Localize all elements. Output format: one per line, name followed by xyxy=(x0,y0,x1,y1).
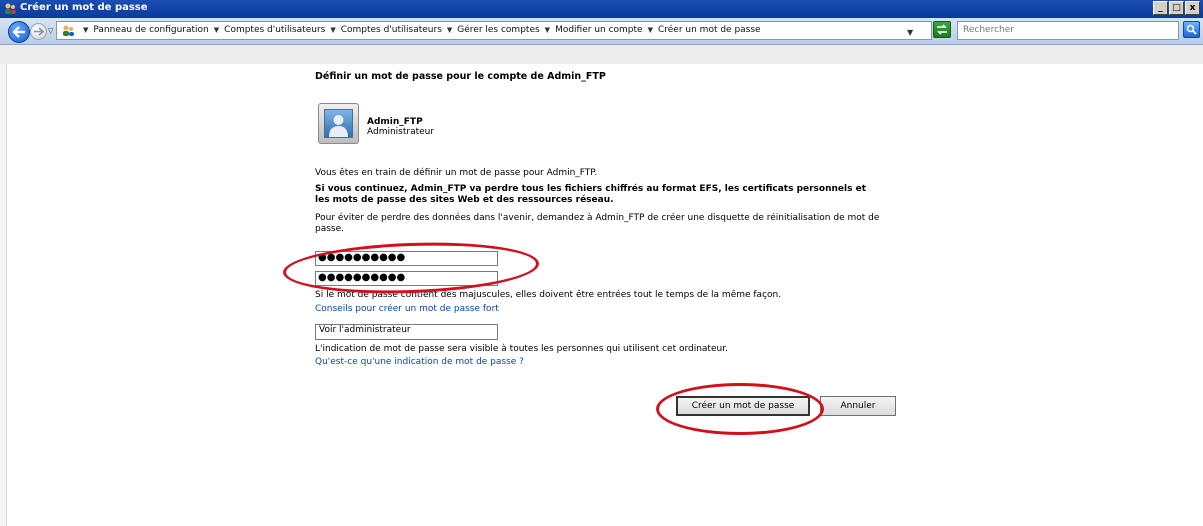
chevron-down-icon[interactable]: ▼ xyxy=(543,25,552,35)
hint-help-link[interactable]: Qu'est-ce qu'une indication de mot de pa… xyxy=(315,357,524,367)
breadcrumb-item[interactable]: Gérer les comptes xyxy=(454,25,542,35)
address-box[interactable]: ▼ Panneau de configuration ▼ Comptes d'u… xyxy=(56,21,932,40)
back-button[interactable] xyxy=(8,21,30,43)
navigation-area: ▽ ▼ Panneau de configuration ▼ Comptes d… xyxy=(0,18,1203,64)
user-icon xyxy=(329,115,348,137)
breadcrumb-item[interactable]: Panneau de configuration xyxy=(90,25,211,35)
confirm-password-field[interactable]: ●●●●●●●●●● xyxy=(315,271,498,286)
intro-text: Vous êtes en train de définir un mot de … xyxy=(315,168,598,178)
breadcrumb-item[interactable]: Comptes d'utilisateurs xyxy=(338,25,445,35)
address-dropdown-icon[interactable]: ▼ xyxy=(907,28,913,37)
back-arrow-icon xyxy=(12,26,25,38)
advice-text: Pour éviter de perdre des données dans l… xyxy=(315,213,880,234)
chevron-down-icon[interactable]: ▼ xyxy=(445,25,454,35)
address-row: ▽ ▼ Panneau de configuration ▼ Comptes d… xyxy=(0,18,1203,45)
warning-text: Si vous continuez, Admin_FTP va perdre t… xyxy=(315,184,866,205)
left-edge xyxy=(0,64,7,526)
window-controls: _ □ x xyxy=(1153,1,1200,15)
search-input[interactable] xyxy=(961,24,1155,36)
create-password-button[interactable]: Créer un mot de passe xyxy=(676,396,810,416)
search-box[interactable] xyxy=(957,21,1179,40)
breadcrumb-item[interactable]: Comptes d'utilisateurs xyxy=(221,25,328,35)
chevron-down-icon[interactable]: ▼ xyxy=(646,25,655,35)
search-icon xyxy=(1186,24,1197,35)
breadcrumb-item[interactable]: Créer un mot de passe xyxy=(655,25,764,35)
case-note: Si le mot de passe contient des majuscul… xyxy=(315,290,782,300)
cancel-button[interactable]: Annuler xyxy=(820,396,896,416)
password-hint-field[interactable]: Voir l'administrateur xyxy=(315,324,498,340)
minimize-button[interactable]: _ xyxy=(1153,1,1168,15)
chevron-down-icon[interactable]: ▼ xyxy=(81,25,90,35)
highlight-ellipse-passwords xyxy=(282,238,540,298)
hint-note: L'indication de mot de passe sera visibl… xyxy=(315,344,728,354)
history-dropdown-icon[interactable]: ▽ xyxy=(48,27,53,35)
user-role: Administrateur xyxy=(367,127,435,137)
chevron-down-icon[interactable]: ▼ xyxy=(212,25,221,35)
forward-arrow-icon xyxy=(34,27,44,36)
title-bar: Créer un mot de passe _ □ x xyxy=(0,0,1203,18)
users-icon xyxy=(5,3,16,14)
control-panel-icon xyxy=(63,25,74,36)
breadcrumb: ▼ Panneau de configuration ▼ Comptes d'u… xyxy=(81,25,764,35)
avatar xyxy=(318,103,359,144)
window-title: Créer un mot de passe xyxy=(20,2,148,13)
new-password-field[interactable]: ●●●●●●●●●● xyxy=(315,251,498,266)
search-button[interactable] xyxy=(1183,21,1200,38)
forward-button[interactable] xyxy=(30,23,47,40)
refresh-icon xyxy=(937,24,947,35)
close-button[interactable]: x xyxy=(1185,1,1200,15)
chevron-down-icon[interactable]: ▼ xyxy=(328,25,337,35)
user-name: Admin_FTP xyxy=(367,117,423,127)
breadcrumb-item[interactable]: Modifier un compte xyxy=(552,25,646,35)
refresh-button[interactable] xyxy=(933,21,951,38)
page-title: Définir un mot de passe pour le compte d… xyxy=(315,71,606,82)
maximize-button[interactable]: □ xyxy=(1169,1,1184,15)
strong-password-link[interactable]: Conseils pour créer un mot de passe fort xyxy=(315,304,499,314)
